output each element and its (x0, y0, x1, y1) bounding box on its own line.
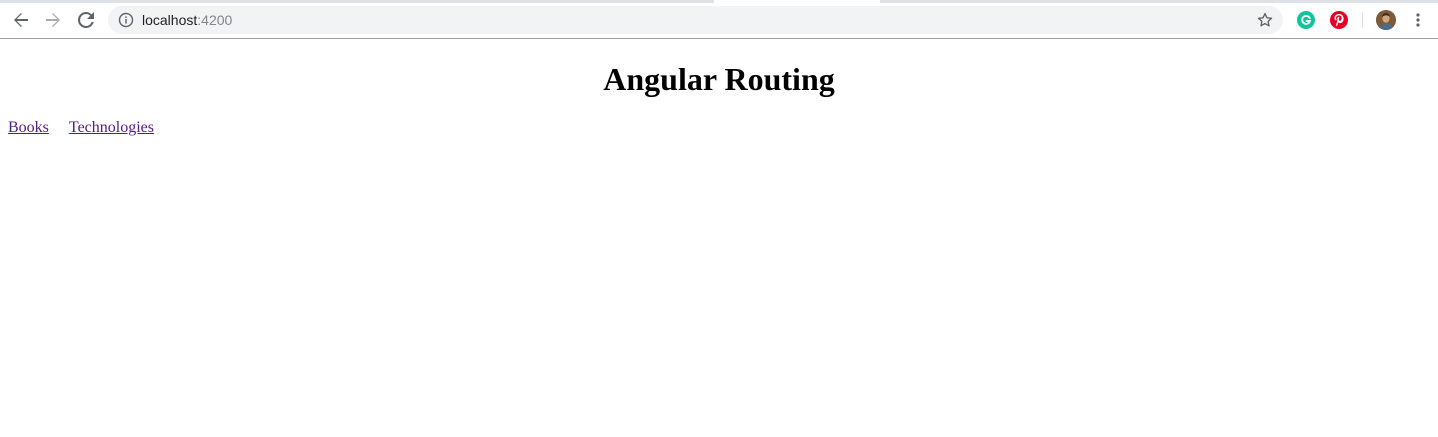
nav-link-technologies[interactable]: Technologies (69, 119, 154, 136)
grammarly-extension-button[interactable] (1297, 11, 1315, 29)
profile-avatar-button[interactable] (1376, 10, 1396, 30)
pinterest-icon (1334, 14, 1344, 27)
reload-button[interactable] (74, 8, 98, 32)
info-icon[interactable] (118, 12, 134, 28)
pinterest-extension-button[interactable] (1330, 11, 1348, 29)
star-icon[interactable] (1256, 11, 1274, 29)
browser-menu-button[interactable] (1408, 10, 1428, 30)
url-host: localhost (142, 12, 198, 28)
toolbar-separator (1362, 12, 1363, 28)
url-text[interactable]: localhost:4200 (142, 12, 232, 28)
back-button[interactable] (9, 8, 33, 32)
forward-button[interactable] (41, 8, 65, 32)
avatar-icon (1376, 10, 1396, 30)
arrow-right-icon (46, 13, 60, 27)
nav-link-books[interactable]: Books (8, 119, 49, 136)
browser-toolbar: localhost:4200 (0, 0, 1438, 39)
tab-strip-edge (0, 0, 1438, 3)
grammarly-icon (1301, 14, 1312, 25)
active-tab-edge[interactable] (714, 0, 880, 3)
kebab-menu-icon (1416, 13, 1420, 27)
url-port: :4200 (197, 12, 233, 28)
page-content: Angular Routing Books Technologies (0, 39, 1438, 437)
reload-icon (78, 12, 94, 28)
arrow-left-icon (14, 13, 28, 27)
page-title: Angular Routing (603, 61, 835, 97)
route-nav: Books Technologies (8, 118, 154, 138)
address-bar[interactable]: localhost:4200 (108, 6, 1283, 34)
